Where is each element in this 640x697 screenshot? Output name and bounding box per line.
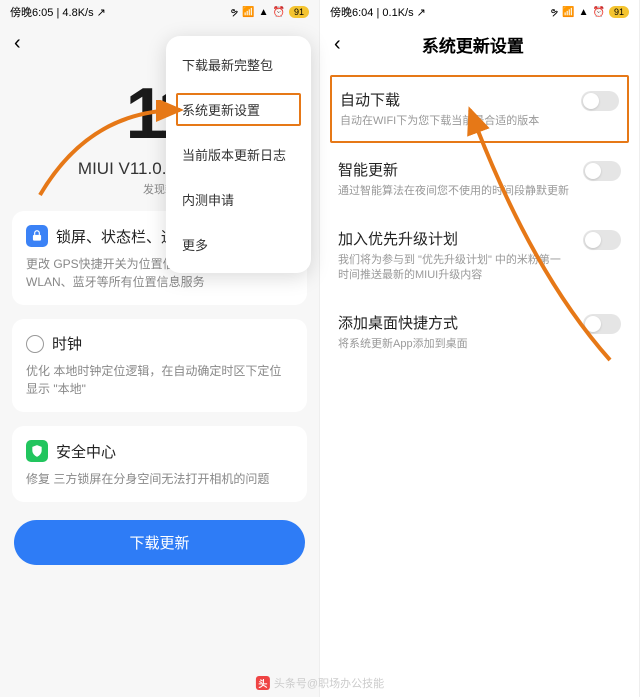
phone-left-screenshot: 傍晚6:05 | 4.8K/s ↗ ຯ 📶 ▲ ⏰ 91 ‹ 11 MIUI V…	[0, 0, 320, 697]
changelog-card-security: 安全中心 修复 三方锁屏在分身空间无法打开相机的问题	[12, 426, 307, 502]
alarm-icon: ⏰	[273, 7, 285, 18]
status-bar-right: 傍晚6:04 | 0.1K/s ↗ ຯ 📶 ▲ ⏰ 91	[320, 0, 639, 24]
phone-right-screenshot: 傍晚6:04 | 0.1K/s ↗ ຯ 📶 ▲ ⏰ 91 ‹ 系统更新设置 自动…	[320, 0, 640, 697]
bluetooth-icon: ຯ	[550, 7, 558, 18]
toggle-desktop-shortcut[interactable]	[583, 314, 621, 334]
wifi-icon: ▲	[259, 7, 269, 18]
battery-badge: 91	[289, 6, 309, 18]
card-desc: 修复 三方锁屏在分身空间无法打开相机的问题	[26, 470, 293, 488]
popup-item-update-settings[interactable]: 系统更新设置	[166, 87, 311, 132]
setting-subtitle: 将系统更新App添加到桌面	[338, 337, 571, 352]
watermark-text: 头条号@职场办公技能	[274, 675, 384, 691]
setting-title: 添加桌面快捷方式	[338, 312, 571, 333]
signal-icon: 📶	[562, 7, 574, 18]
setting-auto-download[interactable]: 自动下载 自动在WIFI下为您下载当前最合适的版本	[330, 75, 629, 143]
watermark: 头 头条号@职场办公技能	[256, 675, 384, 691]
setting-desktop-shortcut[interactable]: 添加桌面快捷方式 将系统更新App添加到桌面	[320, 298, 639, 366]
page-title: 系统更新设置	[341, 32, 605, 57]
watermark-logo-icon: 头	[256, 676, 270, 690]
setting-title: 加入优先升级计划	[338, 228, 571, 249]
alarm-icon: ⏰	[593, 7, 605, 18]
setting-smart-update[interactable]: 智能更新 通过智能算法在夜间您不使用的时间段静默更新	[320, 145, 639, 213]
wifi-icon: ▲	[579, 7, 589, 18]
setting-subtitle: 通过智能算法在夜间您不使用的时间段静默更新	[338, 184, 571, 199]
setting-title: 自动下载	[340, 89, 569, 110]
setting-subtitle: 我们将为参与到 "优先升级计划" 中的米粉第一时间推送最新的MIUI升级内容	[338, 253, 571, 284]
shield-icon	[26, 440, 48, 462]
back-icon[interactable]: ‹	[14, 32, 21, 55]
header-right: ‹ 系统更新设置	[320, 24, 639, 65]
lockscreen-icon	[26, 225, 48, 247]
popup-item-beta-apply[interactable]: 内测申请	[166, 177, 311, 222]
popup-item-changelog[interactable]: 当前版本更新日志	[166, 132, 311, 177]
status-bar-left: 傍晚6:05 | 4.8K/s ↗ ຯ 📶 ▲ ⏰ 91	[0, 0, 319, 24]
setting-subtitle: 自动在WIFI下为您下载当前最合适的版本	[340, 114, 569, 129]
download-update-button[interactable]: 下载更新	[14, 520, 305, 565]
popup-item-full-package[interactable]: 下载最新完整包	[166, 42, 311, 87]
card-desc: 优化 本地时钟定位逻辑，在自动确定时区下定位显示 "本地"	[26, 362, 293, 398]
clock-icon	[26, 335, 44, 353]
settings-list: 自动下载 自动在WIFI下为您下载当前最合适的版本 智能更新 通过智能算法在夜间…	[320, 65, 639, 374]
overflow-menu-popup: 下载最新完整包 系统更新设置 当前版本更新日志 内测申请 更多	[166, 36, 311, 273]
bluetooth-icon: ຯ	[230, 7, 238, 18]
toggle-auto-download[interactable]	[581, 91, 619, 111]
setting-priority-upgrade[interactable]: 加入优先升级计划 我们将为参与到 "优先升级计划" 中的米粉第一时间推送最新的M…	[320, 214, 639, 298]
toggle-priority-upgrade[interactable]	[583, 230, 621, 250]
popup-item-more[interactable]: 更多	[166, 222, 311, 267]
toggle-smart-update[interactable]	[583, 161, 621, 181]
changelog-card-clock: 时钟 优化 本地时钟定位逻辑，在自动确定时区下定位显示 "本地"	[12, 319, 307, 412]
card-title: 安全中心	[56, 441, 116, 462]
battery-badge: 91	[609, 6, 629, 18]
card-title: 时钟	[52, 333, 82, 354]
back-icon[interactable]: ‹	[334, 33, 341, 56]
setting-title: 智能更新	[338, 159, 571, 180]
signal-icon: 📶	[242, 7, 254, 18]
